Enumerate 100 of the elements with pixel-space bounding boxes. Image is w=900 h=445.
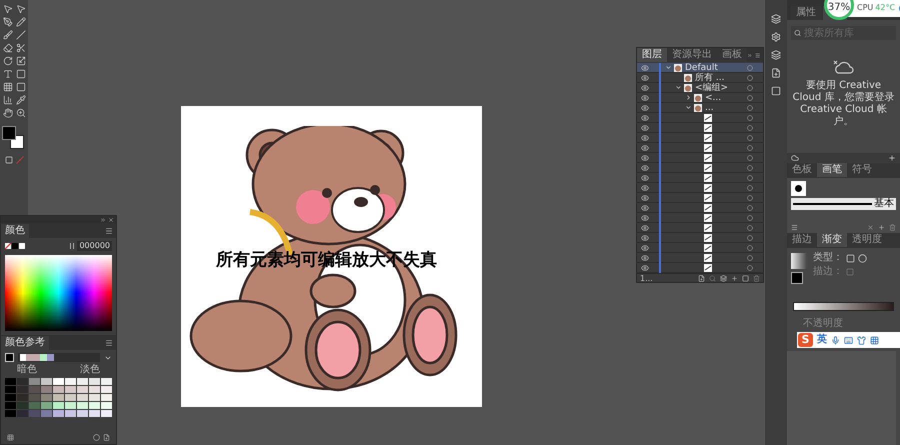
close-icon[interactable]: [108, 216, 114, 222]
grid-icon[interactable]: [870, 336, 879, 344]
color-mode-icon[interactable]: [4, 156, 12, 164]
visibility-icon[interactable]: [641, 164, 649, 172]
visibility-icon[interactable]: [641, 204, 649, 212]
layer-row[interactable]: <编组>: [637, 83, 763, 93]
rotate-icon[interactable]: [2, 56, 12, 66]
visibility-icon[interactable]: [641, 254, 649, 262]
menu-icon[interactable]: [754, 52, 760, 59]
visibility-icon[interactable]: [641, 174, 649, 182]
eyedropper-icon[interactable]: [16, 95, 26, 105]
line-icon[interactable]: [16, 30, 26, 40]
collapse-icon[interactable]: [665, 64, 672, 71]
hex-field[interactable]: 000000: [77, 241, 112, 251]
color-wheel-icon[interactable]: [93, 434, 100, 441]
none-swatch[interactable]: [5, 243, 11, 249]
visibility-icon[interactable]: [641, 264, 649, 272]
visibility-icon[interactable]: [641, 184, 649, 192]
visibility-icon[interactable]: [641, 194, 649, 202]
linear-gradient-icon[interactable]: [846, 254, 855, 262]
color-swatch[interactable]: [19, 243, 25, 249]
base-color-swatch[interactable]: [5, 353, 14, 362]
layers-icon[interactable]: [771, 14, 781, 24]
layer-row[interactable]: Default: [637, 63, 763, 73]
type-icon[interactable]: [2, 69, 12, 79]
layer-row[interactable]: [637, 193, 763, 203]
layer-row[interactable]: 所有 ...: [637, 73, 763, 83]
visibility-icon[interactable]: [641, 134, 649, 142]
gradient-swatch[interactable]: [791, 253, 807, 269]
delete-icon[interactable]: [889, 224, 896, 231]
expand-icon[interactable]: [685, 94, 692, 101]
layer-row[interactable]: [637, 163, 763, 173]
layer-row[interactable]: [637, 263, 763, 273]
collapse-icon[interactable]: [100, 216, 106, 222]
brush-row[interactable]: 基本: [791, 198, 896, 210]
collapse-icon[interactable]: [747, 52, 752, 59]
menu-icon[interactable]: [105, 339, 113, 347]
scissors-icon[interactable]: [16, 43, 26, 53]
gear-icon[interactable]: [771, 32, 781, 42]
visibility-icon[interactable]: [641, 144, 649, 152]
visibility-icon[interactable]: [641, 94, 649, 102]
swatch-library-icon[interactable]: [7, 434, 14, 441]
visibility-icon[interactable]: [641, 64, 649, 72]
new-layer-icon[interactable]: [731, 275, 738, 282]
visibility-icon[interactable]: [641, 124, 649, 132]
layer-row[interactable]: [637, 183, 763, 193]
visibility-icon[interactable]: [641, 244, 649, 252]
bar-chart-icon[interactable]: [2, 95, 12, 105]
brush-icon[interactable]: [2, 30, 12, 40]
panel-tab[interactable]: 颜色: [1, 224, 29, 238]
layer-row[interactable]: [637, 153, 763, 163]
layer-row[interactable]: [637, 203, 763, 213]
delete-icon[interactable]: [753, 275, 760, 282]
panel-tab[interactable]: 渐变: [817, 233, 847, 247]
fill-stroke-swatch[interactable]: [791, 272, 803, 284]
layer-row[interactable]: [637, 173, 763, 183]
hand-icon[interactable]: [2, 108, 12, 118]
color-swatch[interactable]: [12, 243, 18, 249]
fill-stroke-swatch[interactable]: [2, 126, 26, 152]
visibility-icon[interactable]: [641, 214, 649, 222]
color-guide-grid[interactable]: [5, 378, 112, 417]
brush-swatch[interactable]: [791, 181, 806, 196]
color-spectrum[interactable]: [5, 255, 112, 331]
layer-row[interactable]: [637, 143, 763, 153]
layer-row[interactable]: [637, 123, 763, 133]
cloud-icon[interactable]: [791, 154, 799, 162]
panel-tab[interactable]: 颜色参考: [1, 336, 49, 350]
eraser-icon[interactable]: [2, 43, 12, 53]
pencil-icon[interactable]: [16, 17, 26, 27]
layer-row[interactable]: [637, 133, 763, 143]
visibility-icon[interactable]: [641, 154, 649, 162]
export-icon[interactable]: [698, 275, 705, 282]
panel-tab[interactable]: 图层: [637, 48, 667, 62]
visibility-icon[interactable]: [641, 104, 649, 112]
none-mode-icon[interactable]: [16, 156, 24, 164]
menu-icon[interactable]: [105, 227, 113, 235]
visibility-icon[interactable]: [641, 74, 649, 82]
input-mode-toggle[interactable]: 英: [817, 335, 827, 345]
layer-row[interactable]: <...: [637, 93, 763, 103]
remove-icon[interactable]: [867, 224, 874, 231]
layer-row[interactable]: [637, 233, 763, 243]
export-icon[interactable]: [771, 68, 781, 78]
pen-icon[interactable]: [2, 17, 12, 27]
collapse-icon[interactable]: [675, 84, 682, 91]
layer-row[interactable]: [637, 243, 763, 253]
panel-tab[interactable]: 画笔: [817, 163, 847, 177]
layer-row[interactable]: [637, 253, 763, 263]
add-icon[interactable]: [888, 154, 896, 162]
save-swatch-icon[interactable]: [103, 434, 110, 441]
layers-icon[interactable]: [771, 50, 781, 60]
shirt-icon[interactable]: [857, 336, 866, 344]
visibility-icon[interactable]: [641, 234, 649, 242]
layer-row[interactable]: [637, 223, 763, 233]
layer-row[interactable]: [637, 213, 763, 223]
layer-row[interactable]: [637, 113, 763, 123]
keyboard-icon[interactable]: [844, 336, 853, 344]
layer-row[interactable]: ...: [637, 103, 763, 113]
visibility-icon[interactable]: [641, 114, 649, 122]
harmony-strip[interactable]: [18, 353, 100, 362]
collapse-icon[interactable]: [685, 104, 692, 111]
